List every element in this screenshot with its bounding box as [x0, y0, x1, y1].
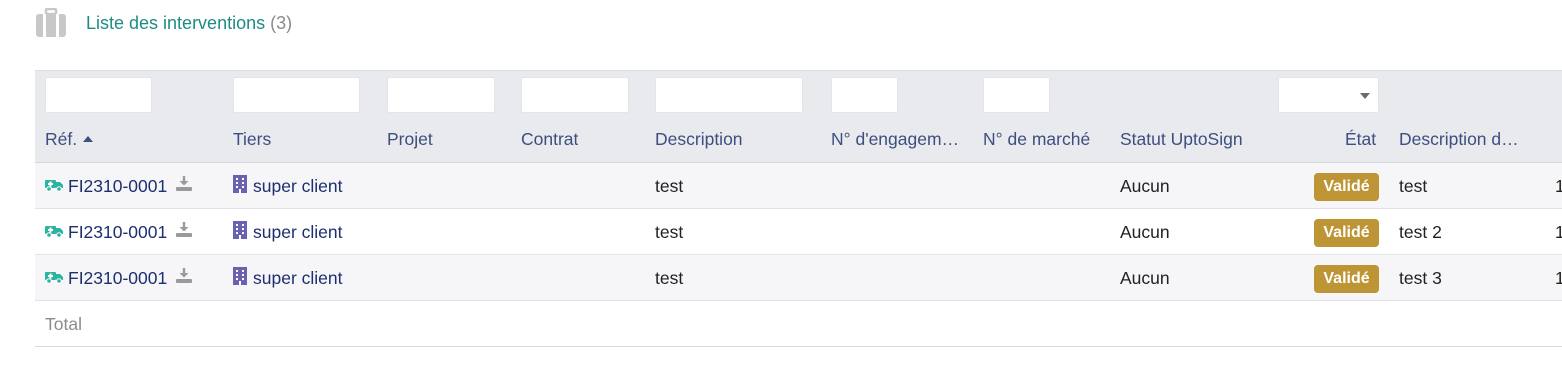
header-projet[interactable]: Projet	[387, 129, 433, 150]
status-badge: Validé	[1314, 219, 1379, 247]
status-badge: Validé	[1314, 173, 1379, 201]
truncated-column-cell: 1	[1555, 222, 1562, 242]
tiers-link[interactable]: super client	[253, 176, 343, 197]
description-cell: test	[655, 268, 684, 288]
ref-cell: FI2310-0001	[45, 175, 193, 197]
header-statut-uptosign[interactable]: Statut UptoSign	[1120, 129, 1243, 150]
filter-marche-input[interactable]	[983, 77, 1050, 113]
building-icon	[233, 221, 247, 244]
statut-uptosign-cell: Aucun	[1120, 176, 1170, 196]
table-row: FI2310-0001 super client test Aucun Vali…	[35, 163, 1562, 209]
filter-ref-input[interactable]	[45, 77, 152, 113]
description-detail-cell: test	[1399, 176, 1428, 196]
filter-projet-input[interactable]	[387, 77, 495, 113]
filter-description-input[interactable]	[655, 77, 803, 113]
truncated-column-cell: 1	[1555, 268, 1562, 288]
page-title[interactable]: Liste des interventions	[86, 13, 265, 34]
interventions-table: Réf. Tiers Projet Contrat Description N°…	[35, 70, 1562, 347]
filter-etat-select[interactable]	[1278, 77, 1379, 113]
filter-row	[35, 70, 1562, 117]
download-icon[interactable]	[175, 175, 193, 197]
header-tiers[interactable]: Tiers	[233, 129, 271, 150]
briefcase-icon	[35, 7, 67, 38]
total-row: Total	[35, 301, 1562, 347]
tiers-link[interactable]: super client	[253, 268, 343, 289]
download-icon[interactable]	[175, 267, 193, 289]
truncated-column-cell: 1	[1555, 176, 1562, 196]
ref-cell: FI2310-0001	[45, 267, 193, 289]
header-engagement[interactable]: N° d'engagem…	[831, 129, 967, 150]
ref-link[interactable]: FI2310-0001	[68, 176, 167, 197]
header-contrat[interactable]: Contrat	[521, 129, 578, 150]
description-detail-cell: test 3	[1399, 268, 1442, 288]
description-cell: test	[655, 222, 684, 242]
building-icon	[233, 267, 247, 290]
header-etat[interactable]: État	[1345, 129, 1376, 150]
description-cell: test	[655, 176, 684, 196]
sort-ascending-icon	[83, 136, 94, 142]
building-icon	[233, 175, 247, 198]
filter-engagement-input[interactable]	[831, 77, 898, 113]
intervention-truck-icon	[45, 268, 63, 289]
table-row: FI2310-0001 super client test Aucun Vali…	[35, 255, 1562, 301]
tiers-cell[interactable]: super client	[233, 175, 343, 198]
column-headers: Réf. Tiers Projet Contrat Description N°…	[35, 117, 1562, 163]
record-count: (3)	[270, 12, 293, 33]
tiers-cell[interactable]: super client	[233, 221, 343, 244]
statut-uptosign-cell: Aucun	[1120, 268, 1170, 288]
status-badge: Validé	[1314, 265, 1379, 293]
page-header: Liste des interventions (3)	[35, 7, 293, 38]
ref-cell: FI2310-0001	[45, 221, 193, 243]
tiers-link[interactable]: super client	[253, 222, 343, 243]
download-icon[interactable]	[175, 221, 193, 243]
filter-contrat-input[interactable]	[521, 77, 629, 113]
header-marche[interactable]: N° de marché	[983, 129, 1090, 150]
intervention-truck-icon	[45, 176, 63, 197]
statut-uptosign-cell: Aucun	[1120, 222, 1170, 242]
total-label: Total	[45, 314, 82, 334]
table-row: FI2310-0001 super client test Aucun Vali…	[35, 209, 1562, 255]
tiers-cell[interactable]: super client	[233, 267, 343, 290]
filter-tiers-input[interactable]	[233, 77, 360, 113]
description-detail-cell: test 2	[1399, 222, 1442, 242]
ref-link[interactable]: FI2310-0001	[68, 268, 167, 289]
ref-link[interactable]: FI2310-0001	[68, 222, 167, 243]
header-description-detail[interactable]: Description d…	[1399, 129, 1519, 150]
header-ref[interactable]: Réf.	[45, 129, 94, 150]
header-description[interactable]: Description	[655, 129, 743, 150]
intervention-truck-icon	[45, 222, 63, 243]
